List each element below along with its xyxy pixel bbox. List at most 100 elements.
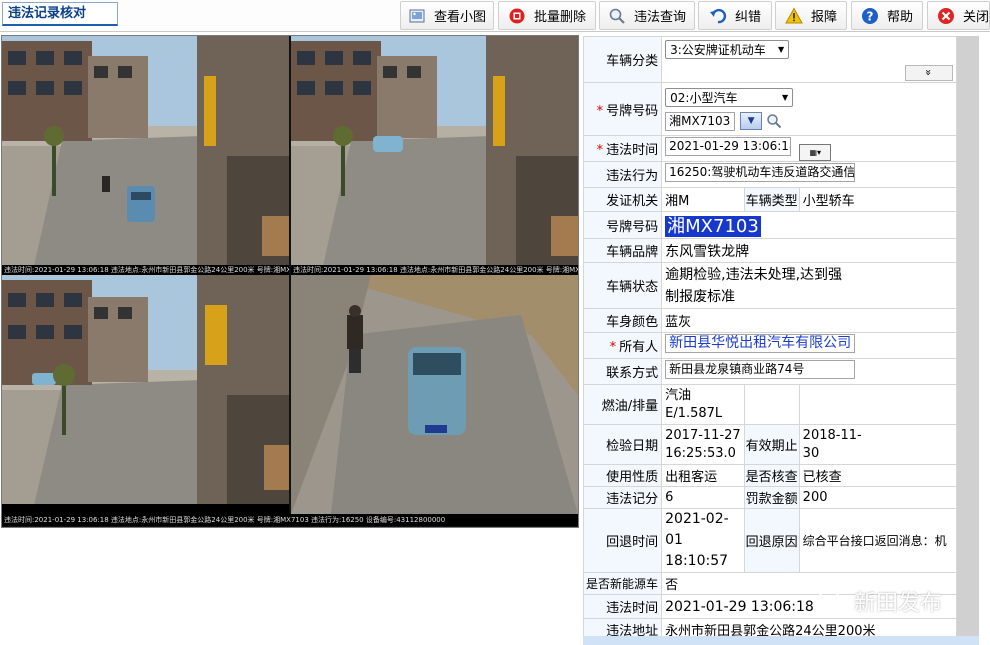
evidence-photo-2[interactable]: 违法时间:2021-01-29 13:06:18 违法地点:永州市新田县郭金公路…	[291, 36, 578, 275]
violation-act-label: 违法行为	[582, 161, 663, 188]
return-reason-label: 回退原因	[743, 508, 800, 573]
wechat-icon	[818, 589, 848, 612]
return-time-line2: 01	[665, 532, 683, 548]
violation-image-panel[interactable]: 违法时间:2021-01-29 13:06:18 违法地点:永州市新田县郭金公路…	[1, 35, 579, 528]
points-value: 6	[661, 486, 745, 509]
violation-time-input[interactable]: 2021-01-29 13:06:18	[665, 136, 792, 156]
help-button[interactable]: ? 帮助	[851, 1, 923, 30]
points-label: 违法记分	[582, 486, 663, 509]
vehicle-category-value: 3:公安牌证机动车	[670, 43, 766, 57]
vehicle-status-value: 逾期检验,违法未处理,达到强 制报废标准	[661, 262, 957, 309]
valid-until-value: 2018-11- 30	[798, 424, 957, 465]
required-mark: *	[596, 143, 604, 158]
owner-cell: 新田县华悦出租汽车有限公司	[661, 332, 957, 359]
violation-time-label: 违法时间	[582, 594, 663, 619]
warning-icon	[785, 6, 803, 23]
contact-cell: 新田县龙泉镇商业路74号	[661, 358, 957, 385]
violation-time-input-label-cell: * 违法时间	[582, 135, 663, 162]
watermark: 新田发布	[818, 586, 942, 616]
verified-label: 是否核查	[743, 464, 800, 487]
form-bottom-strip	[583, 636, 979, 645]
return-time-line3: 18:10:57	[665, 553, 729, 569]
plate-number-label: 号牌号码	[582, 211, 663, 239]
brand-value: 东风雪铁龙牌	[661, 238, 957, 263]
verified-value: 已核查	[798, 464, 957, 487]
toolbar: 违法记录核对 查看小图 批量删除 违法查询 纠错 报障 ? 帮助 关闭	[0, 0, 990, 32]
valid-until-label: 有效期止	[743, 424, 800, 465]
brand-label: 车辆品牌	[582, 238, 663, 263]
street-scene-1	[2, 36, 289, 275]
calendar-icon[interactable]: ▦▾	[799, 143, 832, 161]
plate-type-label: 号牌号码	[606, 103, 659, 119]
search-icon	[609, 8, 625, 24]
closeup-scene	[291, 275, 578, 514]
contact-label: 联系方式	[582, 358, 663, 385]
plate-picker-icon[interactable]: ▼	[740, 112, 763, 130]
required-mark: *	[609, 340, 617, 355]
close-icon	[937, 7, 954, 24]
undo-icon	[709, 8, 727, 23]
search-icon[interactable]	[766, 113, 782, 129]
fuel-displacement: E/1.587L	[665, 405, 723, 421]
violation-time-input-cell: 2021-01-29 13:06:18 ▦▾	[661, 135, 957, 162]
vehicle-status-line2: 制报废标准	[665, 288, 736, 305]
help-icon: ?	[861, 7, 878, 24]
return-time-value: 2021-02- 01 18:10:57	[661, 508, 745, 573]
view-thumbnail-label: 查看小图	[433, 10, 486, 25]
evidence-photo-3[interactable]	[2, 275, 289, 514]
watermark-text: 新田发布	[854, 591, 943, 616]
plate-type-select[interactable]: 02:小型汽车 ▼	[665, 87, 794, 107]
report-fault-label: 报障	[810, 10, 837, 25]
chevron-down-icon: ▼	[777, 45, 785, 54]
valid-until-line2: 30	[802, 445, 820, 461]
evidence-photo-closeup[interactable]	[291, 275, 578, 514]
return-time-line1: 2021-02-	[665, 511, 729, 527]
double-chevron-down-icon: »	[922, 69, 936, 76]
issuing-authority-value: 湘M	[661, 187, 745, 212]
contact-input[interactable]: 新田县龙泉镇商业路74号	[665, 360, 856, 379]
street-scene-2	[291, 36, 578, 275]
photo-strip-caption: 违法时间:2021-01-29 13:06:18 违法地点:永州市新田县郭金公路…	[2, 514, 578, 526]
plate-type-value: 02:小型汽车	[670, 90, 738, 105]
fine-label: 罚款金额	[743, 486, 800, 509]
inspection-date-line2: 16:25:53.0	[665, 445, 736, 461]
violation-query-button[interactable]: 违法查询	[599, 1, 695, 30]
close-button[interactable]: 关闭	[927, 1, 990, 30]
body-color-value: 蓝灰	[661, 308, 957, 333]
return-reason-text: 综合平台接口返回消息：机	[802, 534, 947, 548]
vehicle-category-select[interactable]: 3:公安牌证机动车 ▼	[665, 40, 790, 59]
plate-number-display: 湘MX7103	[665, 216, 761, 237]
view-thumbnail-button[interactable]: 查看小图	[400, 1, 494, 30]
usage-label: 使用性质	[582, 464, 663, 487]
plate-number-input[interactable]: 湘MX7103	[665, 111, 736, 131]
valid-until-line1: 2018-11-	[802, 427, 862, 443]
vehicle-category-cell: 3:公安牌证机动车 ▼ »	[661, 36, 957, 83]
correct-error-label: 纠错	[734, 10, 761, 25]
expand-button[interactable]: »	[904, 65, 953, 81]
batch-delete-button[interactable]: 批量删除	[498, 1, 596, 30]
violation-act-cell: 16250:驾驶机动车违反道路交通信号	[661, 161, 957, 188]
empty-cell	[798, 384, 957, 425]
record-form-panel: 车辆分类 3:公安牌证机动车 ▼ » * 号牌号码 02:小型汽车 ▼ 湘MX7103…	[582, 36, 979, 641]
fine-value: 200	[798, 486, 957, 509]
stop-icon	[509, 8, 525, 23]
batch-delete-label: 批量删除	[533, 10, 586, 25]
close-label: 关闭	[962, 10, 989, 25]
correct-error-button[interactable]: 纠错	[698, 1, 772, 30]
fuel-type: 汽油	[665, 387, 692, 403]
violation-query-label: 违法查询	[633, 10, 686, 25]
evidence-photo-1[interactable]: 违法时间:2021-01-29 13:06:18 违法地点:永州市新田县郭金公路…	[2, 36, 289, 275]
inspection-date-value: 2017-11-27 16:25:53.0	[661, 424, 745, 465]
chevron-down-icon: ▼	[781, 92, 789, 102]
fuel-value: 汽油 E/1.587L	[661, 384, 745, 425]
violation-act-input[interactable]: 16250:驾驶机动车违反道路交通信号	[665, 163, 856, 182]
owner-input[interactable]: 新田县华悦出租汽车有限公司	[665, 334, 856, 353]
page-title-tab[interactable]: 违法记录核对	[2, 2, 118, 26]
thumbnail-icon	[409, 9, 425, 22]
plate-type-cell: 02:小型汽车 ▼ 湘MX7103 ▼	[661, 82, 957, 136]
vehicle-status-line1: 逾期检验,违法未处理,达到强	[665, 266, 843, 283]
report-fault-button[interactable]: 报障	[775, 1, 847, 30]
street-scene-3	[2, 275, 289, 514]
new-energy-label: 是否新能源车	[582, 572, 663, 595]
issuing-authority-label: 发证机关	[582, 187, 663, 212]
